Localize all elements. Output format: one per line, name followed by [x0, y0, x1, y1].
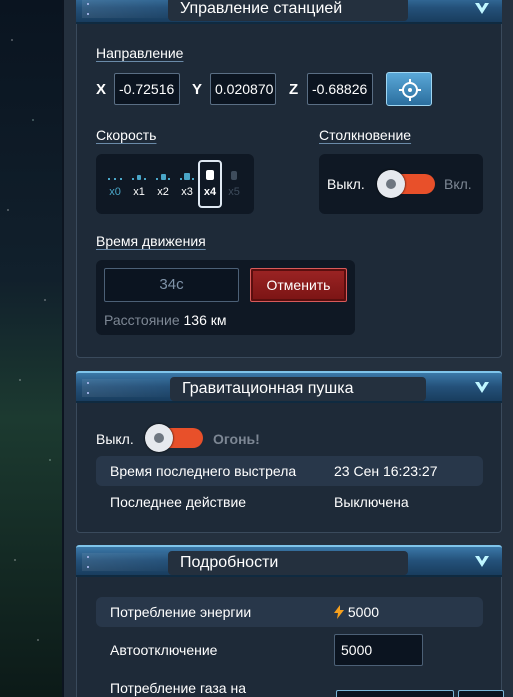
header-rivets — [82, 553, 182, 571]
speed-option-x5[interactable]: x5 — [223, 168, 245, 198]
collision-label: Столкновение — [319, 127, 412, 143]
last-shot-label: Время последнего выстрела — [110, 463, 297, 479]
move-time-label: Время движения — [96, 233, 206, 249]
z-coordinate-input[interactable]: -0.68826 — [307, 73, 373, 105]
details-title: Подробности — [168, 551, 408, 575]
last-action-row: Последнее действие Выключена — [96, 487, 483, 517]
starfield-background — [0, 0, 62, 697]
chevron-down-icon[interactable] — [472, 551, 492, 571]
target-button[interactable] — [386, 72, 432, 106]
y-coordinate-input[interactable]: 0.020870 — [210, 73, 276, 105]
header-rivets — [82, 0, 182, 18]
gas-input[interactable] — [336, 690, 454, 697]
details-header[interactable]: Подробности — [76, 545, 502, 577]
gas-label: Потребление газа на — [110, 680, 246, 696]
station-control-header[interactable]: Управление станцией — [76, 0, 502, 24]
station-control-title: Управление станцией — [168, 0, 408, 21]
fire-label: Огонь! — [213, 431, 260, 447]
speed-option-x1[interactable]: x1 — [128, 168, 150, 198]
x-axis-label: X — [96, 81, 107, 98]
speed-option-x4[interactable]: x4 — [199, 168, 221, 198]
gravity-fire-toggle[interactable] — [145, 424, 203, 452]
header-rivets — [82, 379, 182, 397]
gravity-gun-header[interactable]: Гравитационная пушка — [76, 371, 502, 403]
crosshair-icon — [399, 79, 421, 101]
last-shot-row: Время последнего выстрела 23 Сен 16:23:2… — [96, 456, 483, 486]
energy-value-wrap: 5000 — [334, 597, 379, 627]
x-coordinate-input[interactable]: -0.72516 — [114, 73, 180, 105]
chevron-down-icon[interactable] — [472, 377, 492, 397]
distance-readout: Расстояние 136 км — [104, 312, 227, 328]
auto-off-row: Автоотключение — [96, 635, 483, 665]
z-axis-label: Z — [289, 81, 299, 98]
speed-label: Скорость — [96, 127, 157, 143]
lightning-icon — [334, 605, 344, 619]
energy-value: 5000 — [347, 604, 380, 620]
collision-toggle[interactable] — [377, 170, 435, 198]
distance-label: Расстояние — [104, 312, 180, 328]
distance-value: 136 км — [183, 312, 227, 328]
speed-selector: x0 x1 x2 x3 x4 x5 — [96, 154, 254, 214]
auto-off-input[interactable]: 5000 — [334, 634, 423, 666]
move-time-input[interactable]: 34с — [104, 268, 239, 302]
energy-label: Потребление энергии — [110, 604, 252, 620]
auto-off-label: Автоотключение — [110, 642, 218, 658]
speed-option-x3[interactable]: x3 — [176, 168, 198, 198]
speed-option-x0[interactable]: x0 — [104, 168, 126, 198]
last-action-value: Выключена — [334, 494, 409, 510]
speed-option-x2[interactable]: x2 — [152, 168, 174, 198]
energy-row: Потребление энергии 5000 — [96, 597, 483, 627]
chevron-down-icon[interactable] — [472, 0, 492, 18]
last-action-label: Последнее действие — [110, 494, 247, 510]
gas-input-extra[interactable] — [458, 690, 504, 697]
collision-on-label: Вкл. — [444, 176, 472, 192]
cancel-button[interactable]: Отменить — [250, 268, 347, 302]
direction-label: Направление — [96, 45, 184, 61]
collision-control: Выкл. Вкл. — [319, 154, 483, 214]
last-shot-value: 23 Сен 16:23:27 — [334, 463, 438, 479]
collision-off-label: Выкл. — [327, 176, 365, 192]
gravity-off-label: Выкл. — [96, 431, 134, 447]
y-axis-label: Y — [192, 81, 203, 98]
gravity-gun-title: Гравитационная пушка — [170, 377, 426, 401]
